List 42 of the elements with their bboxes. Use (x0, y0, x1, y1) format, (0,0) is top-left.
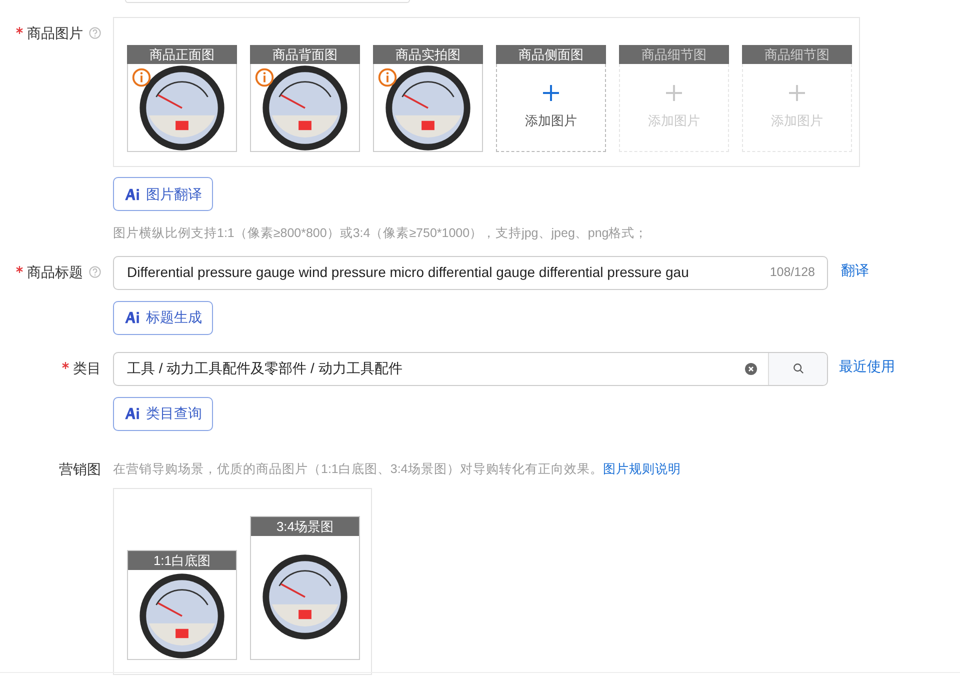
marketing-photo[interactable]: 1:1白底图 (127, 550, 237, 660)
product-photo[interactable] (127, 64, 237, 152)
title-value: Differential pressure gauge wind pressure micro differential gauge differential pressure gau (127, 263, 690, 282)
ai-button[interactable]: 标题生成 (113, 300, 213, 335)
image-hint: 图片横纵比例支持1:1（像素≥800*800）或3:4（像素≥750*1000），支持jpg、jpeg、png格式； (113, 225, 649, 242)
info-icon[interactable] (255, 68, 274, 87)
slot-caption: 商品侧面图 (496, 45, 606, 64)
category-value: 工具 / 动力工具配件及零部件 / 动力工具配件 (127, 359, 404, 378)
translate-link[interactable]: 翻译 (841, 256, 869, 281)
ai-sparkle-icon (124, 407, 141, 420)
title-input[interactable]: Differential pressure gauge wind pressure micro differential gauge differential pressure gau 108/128 (113, 256, 828, 290)
slot-caption: 商品正面图 (127, 45, 237, 64)
rules-link[interactable]: 图片规则说明 (602, 460, 681, 478)
ai-sparkle-icon (124, 188, 141, 200)
info-icon[interactable] (132, 68, 151, 87)
field-label: 商品标题 (27, 262, 83, 282)
slot-caption: 商品背面图 (250, 45, 360, 64)
recent-link[interactable]: 最近使用 (839, 352, 895, 377)
clear-icon[interactable] (745, 362, 757, 375)
field-label: 类目 (73, 358, 101, 378)
ai-button[interactable]: 图片翻译 (113, 177, 213, 211)
plus-icon (543, 84, 559, 101)
image-caption: 3:4场景图 (251, 516, 359, 536)
field-label: 营销图 (59, 460, 101, 479)
search-icon (792, 363, 804, 374)
add-image-button[interactable]: 添加图片 (496, 64, 606, 152)
plus-icon (789, 84, 805, 101)
slot-caption: 商品细节图 (742, 45, 852, 64)
image-caption: 1:1白底图 (128, 550, 236, 570)
marketing-hint: 在营销导购场景，优质的商品图片（1:1白底图、3:4场景图）对导购转化有正向效果。 (113, 460, 603, 478)
ai-sparkle-icon (124, 311, 141, 324)
slot-caption: 商品细节图 (619, 45, 729, 64)
category-input[interactable]: 工具 / 动力工具配件及零部件 / 动力工具配件 (113, 352, 828, 386)
field-label: 商品图片 (27, 24, 83, 43)
info-icon[interactable] (378, 68, 397, 87)
slot-caption: 商品实拍图 (373, 45, 483, 64)
ai-button[interactable]: 类目查询 (113, 396, 213, 431)
char-counter: 108/128 (770, 264, 815, 282)
product-photo[interactable] (373, 64, 483, 152)
marketing-photo[interactable]: 3:4场景图 (250, 516, 360, 660)
product-photo[interactable] (250, 64, 360, 152)
plus-icon (666, 84, 682, 101)
